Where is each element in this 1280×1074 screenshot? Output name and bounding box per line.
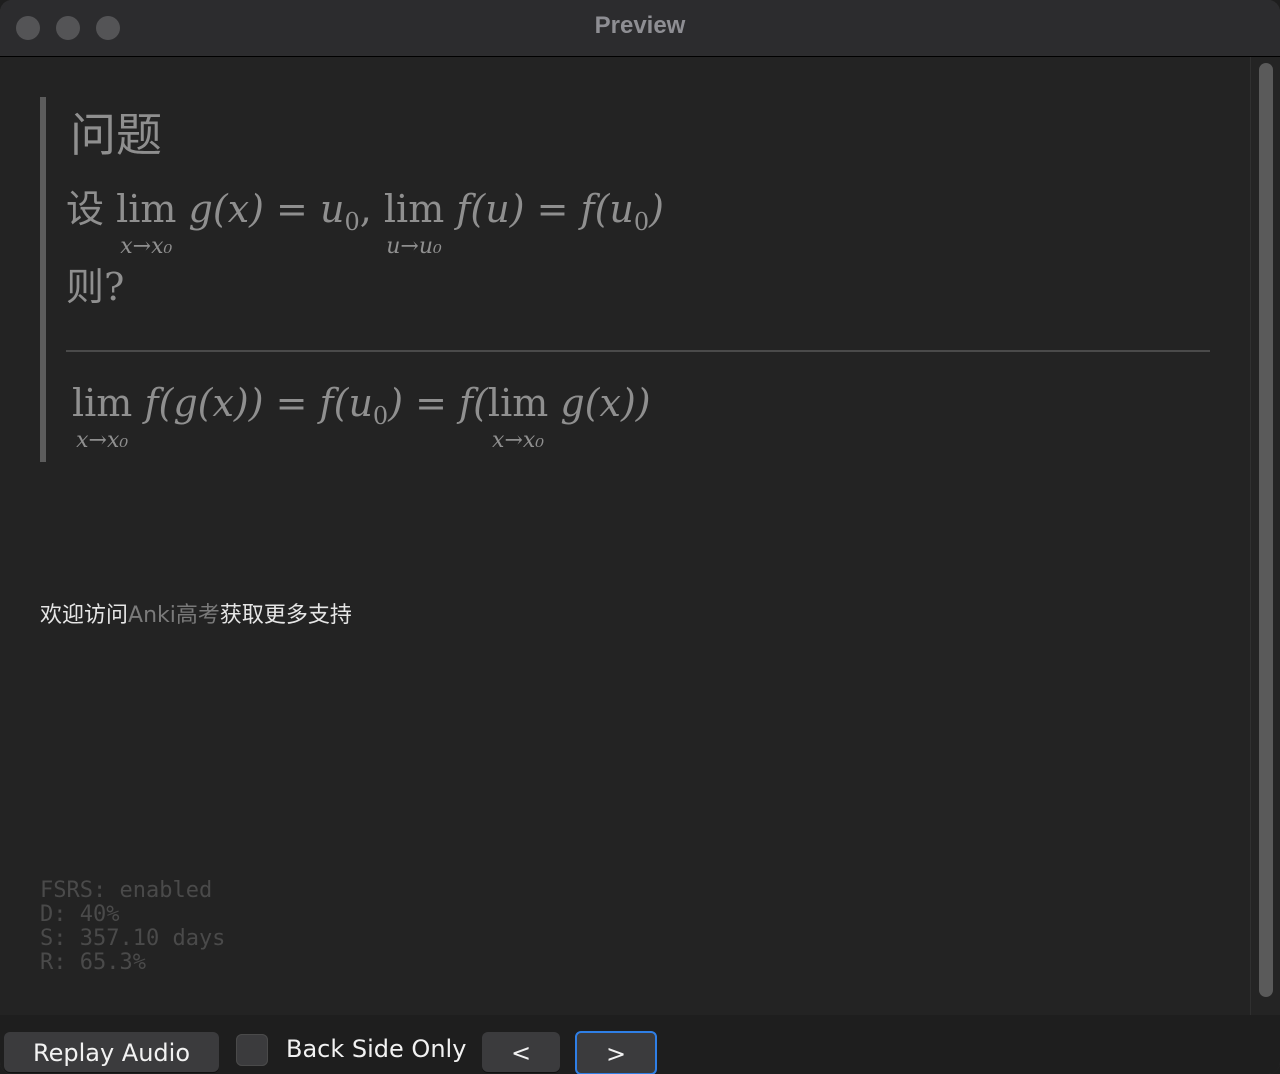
question-formula: 设 lim x→x₀ g(x) = u0, lim u→u₀ f(u) = f(u0… — [66, 185, 664, 259]
back-side-only-label[interactable]: Back Side Only — [286, 1035, 466, 1063]
next-card-button[interactable]: > — [575, 1031, 657, 1074]
fsrs-status: FSRS: enabled — [40, 878, 213, 903]
formula-expression: g(x) = u0 — [188, 187, 360, 234]
expression-text: f(u) = f(u — [456, 187, 634, 231]
fsrs-retrievability: R: 65.3% — [40, 950, 146, 975]
fsrs-difficulty: D: 40% — [40, 902, 120, 927]
anki-gaokao-link[interactable]: Anki高考 — [128, 603, 220, 628]
fsrs-stability: S: 357.10 days — [40, 926, 226, 951]
preview-controls: Replay Audio Back Side Only < > — [0, 1015, 1280, 1074]
limit-subscript: x→x₀ — [492, 428, 545, 453]
subscript: 0 — [633, 208, 650, 236]
window-title: Preview — [594, 12, 686, 39]
vertical-scrollbar[interactable] — [1250, 57, 1280, 1015]
promo-text: 欢迎访问Anki高考获取更多支持 — [40, 597, 352, 629]
back-side-only-checkbox[interactable] — [236, 1034, 268, 1066]
promo-suffix: 获取更多支持 — [219, 603, 352, 628]
limit-operator: lim u→u₀ — [384, 185, 444, 259]
card-preview-area: 问题 设 lim x→x₀ g(x) = u0, lim u→u₀ f(u) = f… — [0, 57, 1250, 1015]
subscript: 0 — [372, 402, 389, 430]
limit-operator: lim x→x₀ — [488, 379, 548, 453]
title-bar: Preview — [0, 0, 1280, 57]
answer-divider — [66, 350, 1210, 352]
limit-operator: lim x→x₀ — [72, 379, 132, 453]
formula-separator: , — [359, 187, 384, 231]
preview-window: Preview 问题 设 lim x→x₀ g(x) = u0, lim u→u₀ … — [0, 0, 1280, 1074]
promo-prefix: 欢迎访问 — [40, 603, 129, 628]
limit-subscript: u→u₀ — [386, 234, 442, 259]
limit-subscript: x→x₀ — [76, 428, 129, 453]
question-prompt: 则? — [66, 265, 125, 309]
previous-card-button[interactable]: < — [482, 1032, 560, 1072]
limit-subscript: x→x₀ — [120, 234, 173, 259]
replay-audio-button[interactable]: Replay Audio — [4, 1032, 219, 1072]
card-content: 问题 设 lim x→x₀ g(x) = u0, lim u→u₀ f(u) = f… — [40, 97, 1216, 462]
formula-expression: g(x)) — [560, 381, 651, 425]
scrollbar-thumb[interactable] — [1259, 63, 1273, 997]
formula-expression: f(g(x)) = f(u0) = f( — [144, 381, 488, 428]
expression-text: g(x) = u — [188, 187, 345, 231]
expression-middle: ) = f( — [388, 381, 488, 425]
formula-prefix: 设 — [66, 187, 105, 231]
expression-end: ) — [649, 187, 664, 231]
question-title: 问题 — [70, 108, 162, 162]
formula-expression: f(u) = f(u0) — [456, 187, 664, 234]
fsrs-info: FSRS: enabled D: 40% S: 357.10 days R: 6… — [40, 879, 225, 975]
limit-operator: lim x→x₀ — [116, 185, 176, 259]
subscript: 0 — [344, 208, 360, 236]
expression-text: f(g(x)) = f(u — [144, 381, 373, 425]
answer-formula: lim x→x₀ f(g(x)) = f(u0) = f(lim x→x₀ g(x)… — [72, 379, 651, 453]
